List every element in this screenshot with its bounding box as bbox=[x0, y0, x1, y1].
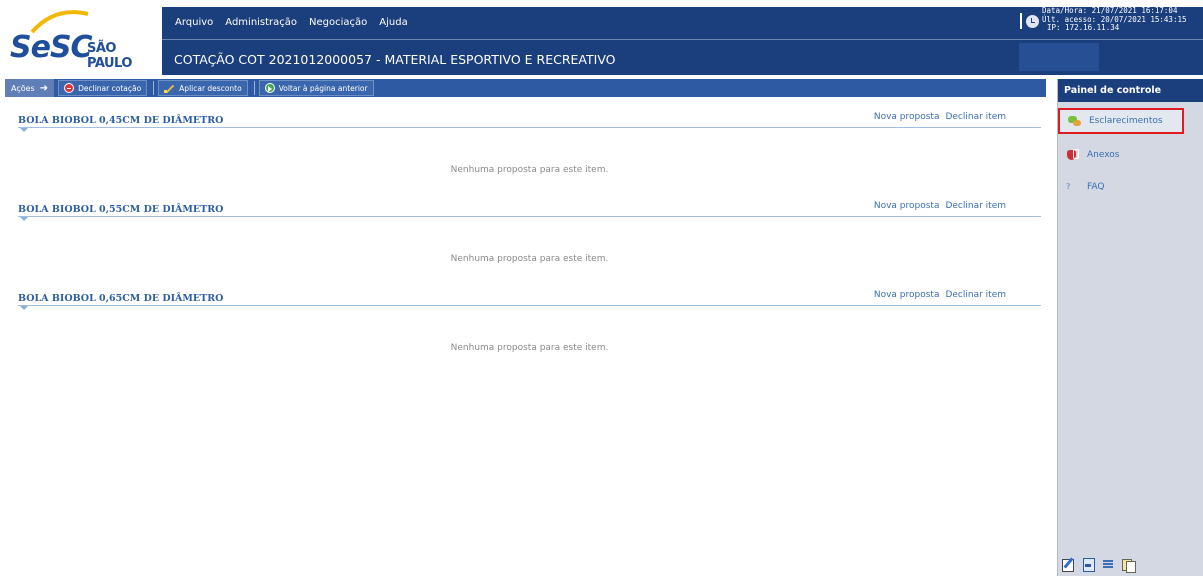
item-actions: Nova proposta Declinar item bbox=[874, 112, 1006, 122]
item-actions: Nova proposta Declinar item bbox=[874, 290, 1006, 300]
new-proposal-link[interactable]: Nova proposta bbox=[874, 201, 940, 211]
logo-subtitle: SÃO PAULO bbox=[87, 41, 132, 71]
item-header: BOLA BIOBOL 0,45CM DE DIÂMETRO Nova prop… bbox=[18, 108, 1041, 128]
decline-quote-label: Declinar cotação bbox=[78, 83, 142, 93]
decline-quote-button[interactable]: Declinar cotação bbox=[58, 80, 148, 96]
list-icon[interactable] bbox=[1101, 557, 1115, 571]
main-menu: Arquivo Administração Negociação Ajuda bbox=[175, 17, 408, 28]
items-list: BOLA BIOBOL 0,45CM DE DIÂMETRO Nova prop… bbox=[0, 100, 1050, 576]
collapse-toggle-icon[interactable] bbox=[20, 217, 28, 221]
header: SeSC SÃO PAULO Arquivo Administração Neg… bbox=[0, 0, 1203, 75]
panel-item-label: Anexos bbox=[1087, 150, 1120, 160]
menu-administracao[interactable]: Administração bbox=[225, 17, 297, 28]
item-title: BOLA BIOBOL 0,45CM DE DIÂMETRO bbox=[18, 115, 224, 126]
new-proposal-link[interactable]: Nova proposta bbox=[874, 112, 940, 122]
logo-wordmark: SeSC bbox=[10, 30, 93, 65]
item-title: BOLA BIOBOL 0,65CM DE DIÂMETRO bbox=[18, 293, 224, 304]
decline-item-link[interactable]: Declinar item bbox=[945, 112, 1006, 122]
empty-message: Nenhuma proposta para este item. bbox=[450, 165, 609, 175]
session-text: Data/Hora: 21/07/2021 16:17:04 Últ. aces… bbox=[1042, 6, 1187, 33]
session-ip: IP: 172.16.11.34 bbox=[1047, 23, 1120, 32]
panel-item-faq[interactable]: ? FAQ bbox=[1058, 174, 1184, 200]
attachment-icon bbox=[1066, 149, 1079, 161]
app-root: SeSC SÃO PAULO Arquivo Administração Neg… bbox=[0, 0, 1203, 576]
sesc-logo[interactable]: SeSC SÃO PAULO bbox=[0, 0, 162, 75]
decline-icon bbox=[64, 83, 75, 93]
back-icon bbox=[264, 83, 275, 93]
actions-label: Ações ➜ bbox=[5, 79, 55, 97]
control-panel: Painel de controle Esclarecimentos Anexo… bbox=[1057, 79, 1203, 576]
page-title: COTAÇÃO COT 2021012000057 - MATERIAL ESP… bbox=[174, 52, 616, 67]
menu-arquivo[interactable]: Arquivo bbox=[175, 17, 213, 28]
header-bar: Arquivo Administração Negociação Ajuda D… bbox=[162, 6, 1203, 75]
actions-toolbar: Ações ➜ Declinar cotação Aplicar descont… bbox=[5, 79, 1046, 97]
discount-icon bbox=[164, 83, 175, 94]
back-label: Voltar à página anterior bbox=[278, 83, 368, 93]
panel-item-esclarecimentos[interactable]: Esclarecimentos bbox=[1058, 108, 1184, 134]
collapse-toggle-icon[interactable] bbox=[20, 306, 28, 310]
panel-bottom-toolbar bbox=[1061, 557, 1136, 573]
menu-negociacao[interactable]: Negociação bbox=[309, 17, 367, 28]
item-actions: Nova proposta Declinar item bbox=[874, 201, 1006, 211]
item-section: BOLA BIOBOL 0,45CM DE DIÂMETRO Nova prop… bbox=[18, 108, 1041, 175]
arrow-right-icon: ➜ bbox=[39, 82, 49, 94]
edit-icon[interactable] bbox=[1061, 557, 1075, 572]
item-section: BOLA BIOBOL 0,55CM DE DIÂMETRO Nova prop… bbox=[18, 197, 1041, 264]
empty-message: Nenhuma proposta para este item. bbox=[450, 343, 609, 353]
header-divider bbox=[162, 39, 1203, 40]
decline-item-link[interactable]: Declinar item bbox=[945, 290, 1006, 300]
session-divider bbox=[1020, 13, 1022, 29]
documents-icon[interactable] bbox=[1121, 557, 1136, 573]
item-section: BOLA BIOBOL 0,65CM DE DIÂMETRO Nova prop… bbox=[18, 286, 1041, 353]
item-header: BOLA BIOBOL 0,55CM DE DIÂMETRO Nova prop… bbox=[18, 197, 1041, 217]
new-proposal-link[interactable]: Nova proposta bbox=[874, 290, 940, 300]
item-title: BOLA BIOBOL 0,55CM DE DIÂMETRO bbox=[18, 204, 224, 215]
decline-item-link[interactable]: Declinar item bbox=[945, 201, 1006, 211]
panel-item-label: FAQ bbox=[1087, 182, 1105, 192]
collapse-toggle-icon[interactable] bbox=[20, 128, 28, 132]
apply-discount-label: Aplicar desconto bbox=[179, 83, 242, 93]
toolbar-separator bbox=[253, 81, 255, 95]
control-panel-title: Painel de controle bbox=[1058, 79, 1203, 102]
apply-discount-button[interactable]: Aplicar desconto bbox=[158, 80, 248, 96]
calculator-icon[interactable] bbox=[1081, 557, 1095, 572]
menu-ajuda[interactable]: Ajuda bbox=[379, 17, 407, 28]
chat-icon bbox=[1068, 115, 1081, 127]
clock-icon bbox=[1026, 15, 1039, 28]
actions-label-text: Ações bbox=[11, 83, 35, 93]
item-header: BOLA BIOBOL 0,65CM DE DIÂMETRO Nova prop… bbox=[18, 286, 1041, 306]
faq-icon: ? bbox=[1066, 182, 1071, 191]
back-button[interactable]: Voltar à página anterior bbox=[258, 80, 374, 96]
user-box bbox=[1019, 43, 1099, 71]
toolbar-separator bbox=[153, 81, 155, 95]
panel-item-anexos[interactable]: Anexos bbox=[1058, 142, 1184, 168]
panel-item-label: Esclarecimentos bbox=[1089, 116, 1163, 126]
empty-message: Nenhuma proposta para este item. bbox=[450, 254, 609, 264]
